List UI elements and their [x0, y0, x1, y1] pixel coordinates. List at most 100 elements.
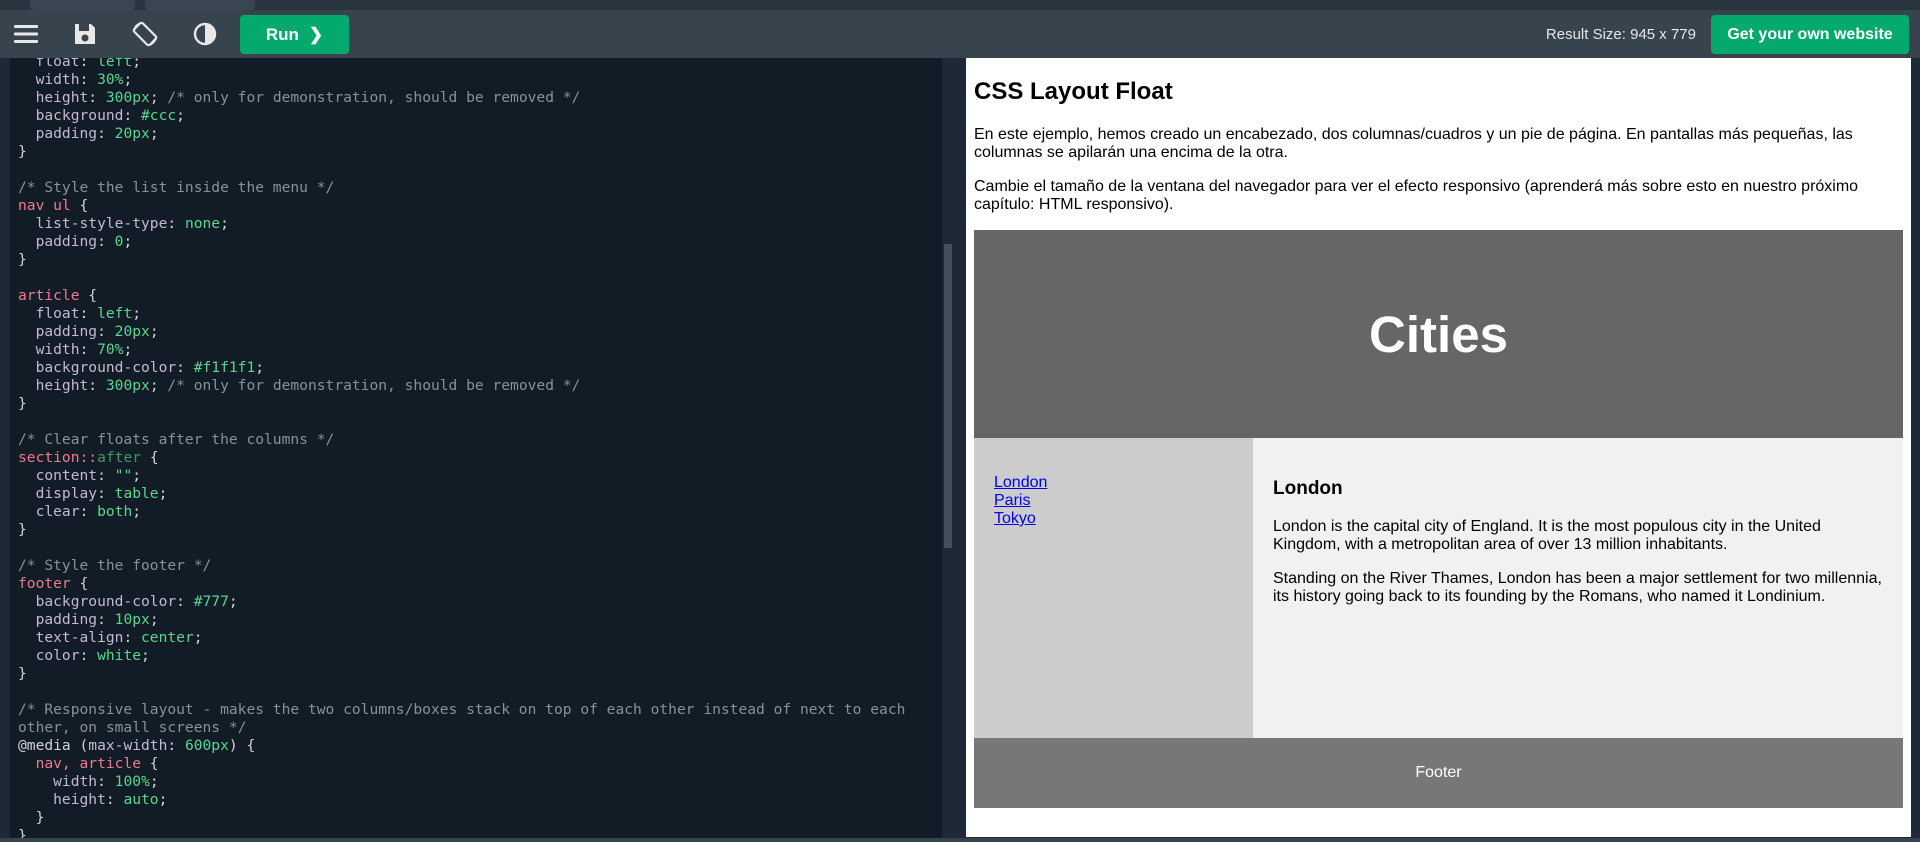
code-token: : — [123, 107, 142, 124]
nav-link-london[interactable]: London — [994, 474, 1233, 492]
code-line[interactable]: /* Style the list inside the menu */ — [18, 179, 938, 197]
code-line[interactable]: height: 300px; /* only for demonstration… — [18, 377, 938, 395]
code-token: /* Clear floats after the columns */ — [18, 431, 335, 448]
code-line[interactable]: } — [18, 251, 938, 269]
code-line[interactable]: width: 30%; — [18, 71, 938, 89]
code-line[interactable] — [18, 413, 938, 431]
tab[interactable] — [145, 0, 255, 10]
code-line[interactable]: } — [18, 521, 938, 539]
editor-scrollbar[interactable] — [942, 58, 954, 838]
footer: Footer — [974, 738, 1903, 808]
code-line[interactable]: float: left; — [18, 305, 938, 323]
code-token: : — [123, 629, 142, 646]
code-line[interactable]: padding: 20px; — [18, 323, 938, 341]
menu-icon[interactable] — [8, 16, 44, 52]
code-line[interactable]: clear: both; — [18, 503, 938, 521]
code-token: } — [18, 395, 27, 412]
code-line[interactable]: background: #ccc; — [18, 107, 938, 125]
code-line[interactable]: padding: 0; — [18, 233, 938, 251]
code-token: other, on small screens */ — [18, 719, 247, 736]
code-line[interactable]: background-color: #f1f1f1; — [18, 359, 938, 377]
code-token: padding — [18, 233, 98, 250]
article: London London is the capital city of Eng… — [1253, 438, 1903, 738]
nav-link-paris[interactable]: Paris — [994, 492, 1233, 510]
tab[interactable] — [30, 0, 135, 10]
code-line[interactable]: /* Clear floats after the columns */ — [18, 431, 938, 449]
code-line[interactable]: } — [18, 143, 938, 161]
code-line[interactable]: @media (max-width: 600px) { — [18, 737, 938, 755]
code-token: ; — [123, 233, 133, 250]
code-line[interactable]: } — [18, 809, 938, 827]
code-line[interactable] — [18, 683, 938, 701]
code-line[interactable]: section::after { — [18, 449, 938, 467]
code-token: height — [18, 791, 106, 808]
article-paragraph: London is the capital city of England. I… — [1273, 518, 1821, 553]
code-token: } — [18, 809, 45, 826]
code-line[interactable]: height: auto; — [18, 791, 938, 809]
scrollbar-thumb[interactable] — [944, 244, 952, 548]
code-token: { — [141, 449, 159, 466]
code-line[interactable] — [18, 269, 938, 287]
article-title: London — [1273, 478, 1343, 499]
code-token: #ccc — [141, 107, 177, 124]
code-token: : — [97, 233, 115, 250]
code-line[interactable] — [18, 161, 938, 179]
code-token: /* Style the list inside the menu */ — [18, 179, 335, 196]
code-line[interactable]: padding: 10px; — [18, 611, 938, 629]
contrast-icon[interactable] — [187, 16, 223, 52]
code-token: { — [141, 755, 159, 772]
code-token: ; — [149, 323, 159, 340]
code-token: float — [18, 58, 80, 70]
code-line[interactable]: text-align: center; — [18, 629, 938, 647]
code-line[interactable]: /* Responsive layout - makes the two col… — [18, 701, 938, 719]
code-token: ; — [228, 593, 238, 610]
code-token: #777 — [193, 593, 229, 610]
code-token: : — [88, 377, 106, 394]
code-line[interactable]: content: ""; — [18, 467, 938, 485]
code-line[interactable]: padding: 20px; — [18, 125, 938, 143]
run-button[interactable]: Run ❯ — [240, 15, 349, 54]
get-own-website-button[interactable]: Get your own website — [1711, 15, 1909, 54]
code-line[interactable]: } — [18, 665, 938, 683]
code-line[interactable]: height: 300px; /* only for demonstration… — [18, 89, 938, 107]
code-token: ; — [255, 359, 265, 376]
code-line[interactable]: nav ul { — [18, 197, 938, 215]
code-token: background-color — [18, 359, 177, 376]
code-line[interactable]: width: 100%; — [18, 773, 938, 791]
code-content[interactable]: float: left; width: 30%; height: 300px; … — [18, 58, 938, 838]
code-line[interactable]: } — [18, 827, 938, 838]
code-line[interactable]: background-color: #777; — [18, 593, 938, 611]
code-line[interactable]: nav, article { — [18, 755, 938, 773]
code-line[interactable]: display: table; — [18, 485, 938, 503]
code-token: display — [18, 485, 98, 502]
code-editor[interactable]: float: left; width: 30%; height: 300px; … — [0, 58, 942, 838]
nav-link-tokyo[interactable]: Tokyo — [994, 510, 1233, 528]
content-section: London Paris Tokyo London London is the … — [974, 438, 1903, 738]
rotate-icon[interactable] — [127, 16, 163, 52]
code-token: : — [97, 611, 115, 628]
code-line[interactable]: other, on small screens */ — [18, 719, 938, 737]
save-icon[interactable] — [67, 16, 103, 52]
code-token: } — [18, 521, 27, 538]
code-line[interactable]: article { — [18, 287, 938, 305]
code-line[interactable]: footer { — [18, 575, 938, 593]
code-token: /* Style the footer */ — [18, 557, 212, 574]
code-token: ; — [149, 89, 168, 106]
code-token: ; — [132, 467, 142, 484]
run-label: Run — [265, 24, 299, 44]
code-token: none — [184, 215, 221, 232]
code-line[interactable] — [18, 539, 938, 557]
code-line[interactable]: float: left; — [18, 58, 938, 71]
code-token: 20px — [114, 323, 150, 340]
code-token: : — [79, 503, 98, 520]
code-token: white — [97, 647, 142, 664]
code-line[interactable]: width: 70%; — [18, 341, 938, 359]
code-token: /* only for demonstration, should be rem… — [167, 89, 581, 106]
code-line[interactable]: } — [18, 395, 938, 413]
code-token: : — [88, 89, 106, 106]
code-token: nav, article — [18, 755, 142, 772]
code-line[interactable]: /* Style the footer */ — [18, 557, 938, 575]
code-line[interactable]: list-style-type: none; — [18, 215, 938, 233]
code-token: content — [18, 467, 98, 484]
code-line[interactable]: color: white; — [18, 647, 938, 665]
